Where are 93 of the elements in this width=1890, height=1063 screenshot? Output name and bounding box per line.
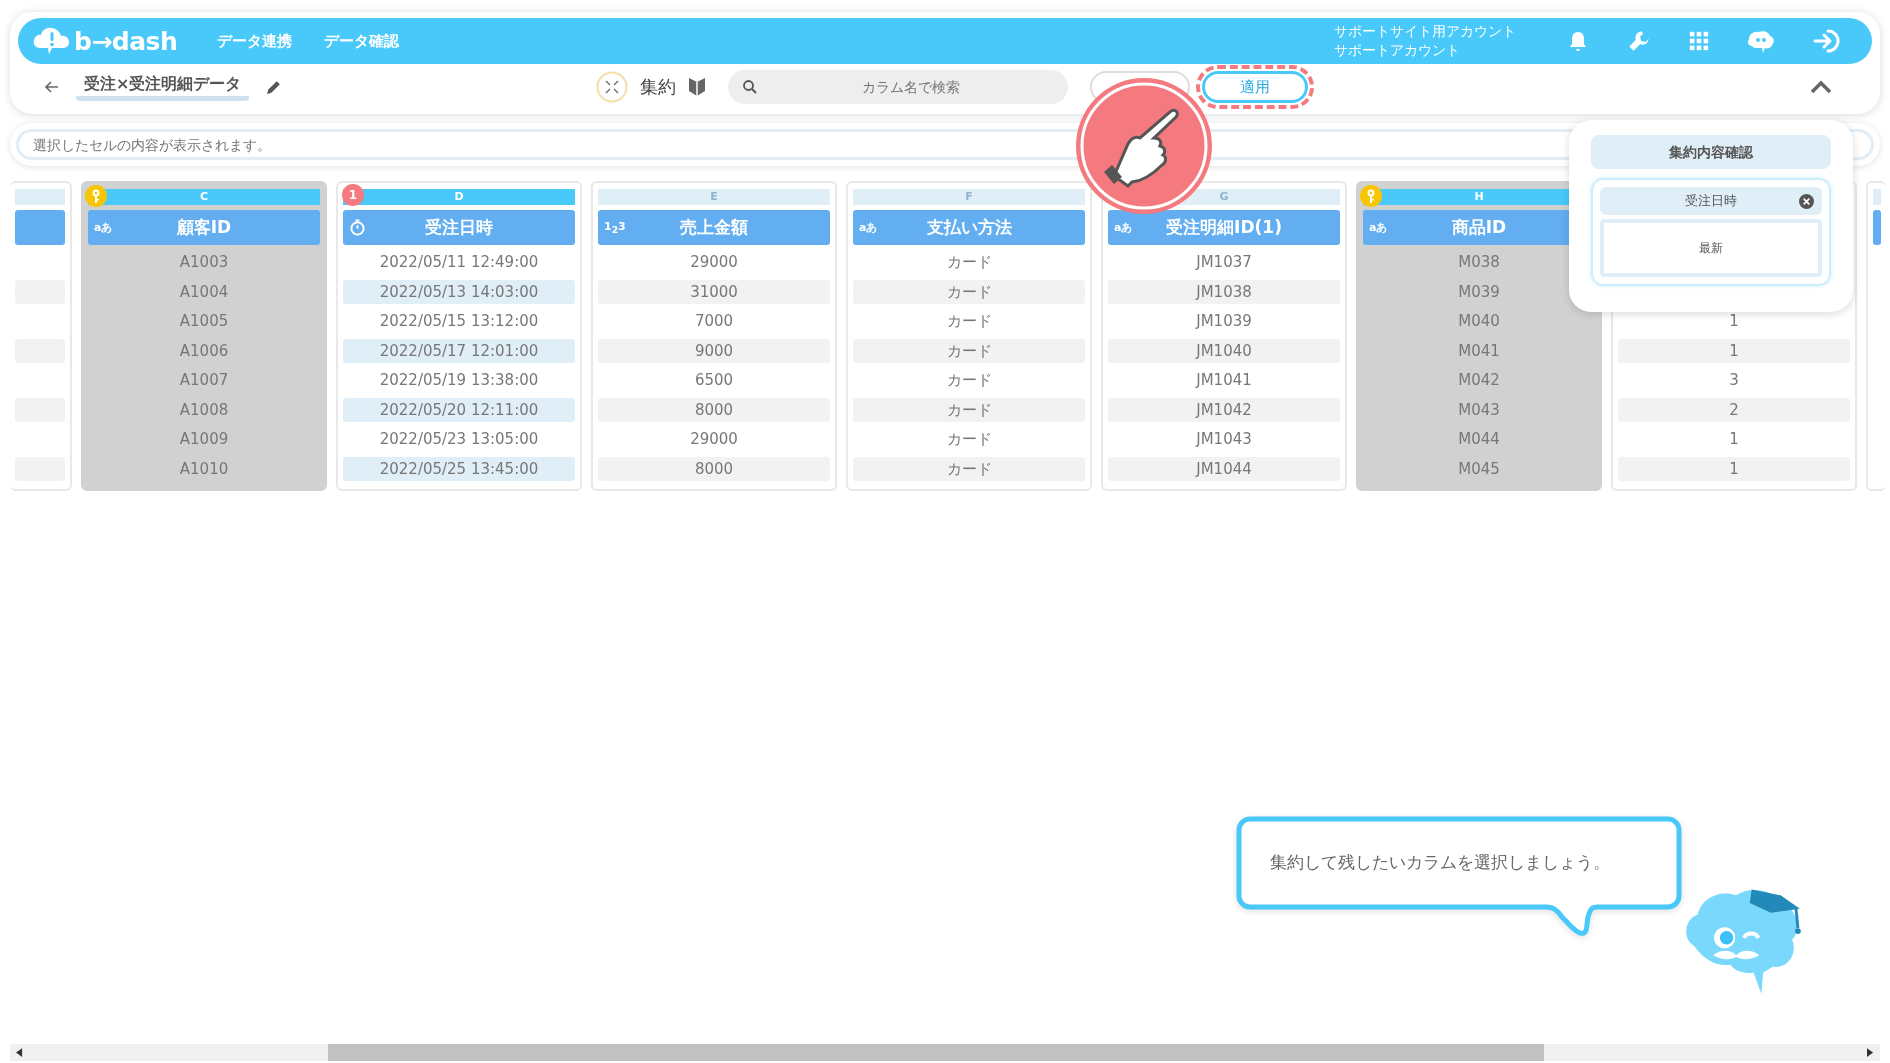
panel-title: 集約内容確認 <box>1591 135 1831 169</box>
table-cell[interactable]: A1009 <box>88 427 320 452</box>
table-cell[interactable]: 2022/05/17 12:01:00 <box>343 338 575 363</box>
table-cell[interactable]: M043 <box>1363 397 1595 422</box>
type-label: aあ <box>1114 220 1133 235</box>
table-cell[interactable]: 1 <box>1618 338 1850 363</box>
table-cell[interactable]: 7000 <box>598 309 830 334</box>
count-badge: 1 <box>342 184 364 206</box>
table-cell[interactable]: JM1039 <box>1108 309 1340 334</box>
key-icon <box>85 185 107 207</box>
back-arrow-icon[interactable] <box>44 79 60 95</box>
table-cell[interactable]: JM1044 <box>1108 456 1340 481</box>
table-cell[interactable]: カード <box>853 338 1085 363</box>
table-cell[interactable]: M041 <box>1363 338 1595 363</box>
table-cell[interactable]: 9000 <box>598 338 830 363</box>
table-cell[interactable]: A1004 <box>88 279 320 304</box>
column-header[interactable]: aあ 受注明細ID(1) <box>1108 210 1340 245</box>
table-cell[interactable]: M044 <box>1363 427 1595 452</box>
search-icon <box>742 79 758 95</box>
table-cell[interactable]: 2022/05/20 12:11:00 <box>343 397 575 422</box>
table-cell[interactable]: 8000 <box>598 397 830 422</box>
type-label: aあ <box>94 220 113 235</box>
table-cell[interactable]: JM1042 <box>1108 397 1340 422</box>
column-header[interactable]: 1$_{2}$3 売上金額 <box>598 210 830 245</box>
column-card[interactable]: E 1$_{2}$3 売上金額 29000 31000 7000 9000 6500 8000 29000 8000 <box>591 181 837 491</box>
table-cell[interactable]: 2022/05/11 12:49:00 <box>343 250 575 275</box>
table-cell[interactable]: 1 <box>1618 456 1850 481</box>
table-cell[interactable]: A1005 <box>88 309 320 334</box>
column-header[interactable]: aあ 支払い方法 <box>853 210 1085 245</box>
search-field[interactable]: カラム名で検索 <box>728 70 1068 104</box>
table-cell[interactable]: 29000 <box>598 250 830 275</box>
table-cell[interactable]: A1003 <box>88 250 320 275</box>
table-cell[interactable]: M045 <box>1363 456 1595 481</box>
account-name: サポートアカウント <box>1334 41 1461 60</box>
column-letter: E <box>598 189 830 205</box>
scroll-right-icon[interactable] <box>1867 1048 1874 1057</box>
pencil-icon[interactable] <box>265 78 283 96</box>
table-cell[interactable]: 6500 <box>598 368 830 393</box>
table-cell[interactable]: A1007 <box>88 368 320 393</box>
table-cell[interactable]: 2 <box>1618 397 1850 422</box>
table-cell[interactable]: A1006 <box>88 338 320 363</box>
key-icon <box>1360 185 1382 207</box>
guide-message: 集約して残したいカラムを選択しましょう。 <box>1270 851 1610 874</box>
column-letter: F <box>853 189 1085 205</box>
collapse-chevron-icon[interactable] <box>1810 80 1832 94</box>
column-card[interactable]: G aあ 受注明細ID(1) JM1037 JM1038 JM1039 JM1040 JM1041 JM1042 JM1043 JM1044 <box>1101 181 1347 491</box>
table-cell[interactable]: 31000 <box>598 279 830 304</box>
mode-label: 集約 <box>640 75 676 99</box>
scroll-left-icon[interactable] <box>16 1048 23 1057</box>
table-cell[interactable]: JM1040 <box>1108 338 1340 363</box>
type-label: aあ <box>859 220 878 235</box>
table-cell[interactable]: 3 <box>1618 368 1850 393</box>
table-cell[interactable]: 1 <box>1618 309 1850 334</box>
close-icon[interactable] <box>1799 193 1814 209</box>
table-cell[interactable]: 2022/05/19 13:38:00 <box>343 368 575 393</box>
table-cell[interactable]: JM1043 <box>1108 427 1340 452</box>
table-cell[interactable]: 29000 <box>598 427 830 452</box>
table-cell[interactable]: M042 <box>1363 368 1595 393</box>
table-cell[interactable]: カード <box>853 456 1085 481</box>
table-cell[interactable]: JM1038 <box>1108 279 1340 304</box>
type-label: aあ <box>1369 220 1388 235</box>
chip-label: 受注日時 <box>1685 192 1737 210</box>
column-header[interactable]: 受注日時 <box>343 210 575 245</box>
table-cell[interactable]: 2022/05/23 13:05:00 <box>343 427 575 452</box>
table-cell[interactable]: カード <box>853 309 1085 334</box>
column-card[interactable]: F aあ 支払い方法 カード カード カード カード カード カード カード カード <box>846 181 1092 491</box>
column-card[interactable]: 1 D 受注日時 2022/05/11 12:49:00 2022/05/13 14:03:00 2022/05/15 13:12:00 2022/05/17 12:01:00 2022/05/19 13:38:00 2022/05/20 12:11:00 2022/05/23 13:05:00 2022/05/25 13:45:00 <box>336 181 582 491</box>
account-name: サポートサイト用アカウント <box>1334 22 1516 41</box>
logo-text: b→dash <box>74 26 178 56</box>
table-cell[interactable]: A1010 <box>88 456 320 481</box>
table-cell[interactable]: カード <box>853 368 1085 393</box>
table-cell[interactable]: 2022/05/13 14:03:00 <box>343 279 575 304</box>
table-cell[interactable]: カード <box>853 397 1085 422</box>
table-cell[interactable]: 2022/05/25 13:45:00 <box>343 456 575 481</box>
column-letter: C <box>88 189 320 205</box>
table-cell[interactable]: カード <box>853 250 1085 275</box>
type-label: 1$_{2}$3 <box>604 219 626 236</box>
method-select[interactable]: 最新 <box>1600 219 1822 277</box>
column-card[interactable]: H aあ 商品ID M038 M039 M040 M041 M042 M043 M044 M045 <box>1356 181 1602 491</box>
table-cell[interactable]: JM1041 <box>1108 368 1340 393</box>
table-cell[interactable]: M040 <box>1363 309 1595 334</box>
table-title: 受注×受注明細データ <box>76 73 250 101</box>
timer-icon <box>349 219 366 236</box>
column-card[interactable]: C aあ 顧客ID A1003 A1004 A1005 A1006 A1007 A1008 A1009 A1010 <box>81 181 327 491</box>
table-cell[interactable]: 2022/05/15 13:12:00 <box>343 309 575 334</box>
table-cell[interactable]: A1008 <box>88 397 320 422</box>
table-cell[interactable]: カード <box>853 427 1085 452</box>
table-cell[interactable]: カード <box>853 279 1085 304</box>
table-cell[interactable]: JM1037 <box>1108 250 1340 275</box>
horizontal-scrollbar[interactable] <box>10 1044 1880 1061</box>
table-cell[interactable]: 1 <box>1618 427 1850 452</box>
table-cell[interactable]: 8000 <box>598 456 830 481</box>
column-header[interactable]: aあ 顧客ID <box>88 210 320 245</box>
